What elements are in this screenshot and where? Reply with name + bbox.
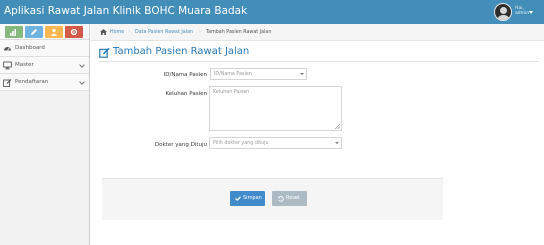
caret-down-icon[interactable] xyxy=(529,11,533,14)
form-actions: Simpan Reset xyxy=(102,178,443,220)
resize-handle-icon[interactable] xyxy=(335,124,340,129)
page-title: Tambah Pasien Rawat Jalan xyxy=(113,46,250,57)
pencil-icon xyxy=(31,29,37,35)
sidebar-item-label: Dashboard xyxy=(15,45,45,51)
undo-icon xyxy=(278,196,284,202)
chevron-down-icon xyxy=(79,62,85,68)
user-avatar[interactable] xyxy=(494,3,512,21)
patient-select[interactable]: ID/Nama Pasien xyxy=(210,68,307,80)
shortcut-stats-button[interactable] xyxy=(5,26,23,38)
check-icon xyxy=(235,196,241,201)
cogs-icon xyxy=(70,28,78,36)
edit-icon xyxy=(3,79,12,87)
patient-select-placeholder: ID/Nama Pasien xyxy=(214,72,252,77)
signal-icon xyxy=(10,29,16,36)
user-info[interactable]: Hai, admin xyxy=(515,6,529,16)
sidebar-item-dashboard[interactable]: Dashboard xyxy=(0,40,89,57)
breadcrumb-home[interactable]: Home xyxy=(110,30,124,35)
doctor-select-placeholder: Pilih dokter yang dituju xyxy=(213,141,269,146)
sidebar-item-master[interactable]: Master xyxy=(0,57,89,74)
complaint-label: Keluhan Pasien xyxy=(165,91,207,97)
shortcut-users-button[interactable] xyxy=(45,26,63,38)
save-button-label: Simpan xyxy=(243,195,262,201)
reset-button-label: Reset xyxy=(286,195,300,201)
group-icon xyxy=(51,28,57,36)
chevron-down-icon xyxy=(79,79,85,85)
sidebar: Dashboard Master Pendaftaran xyxy=(0,24,90,245)
user-name: admin xyxy=(515,11,530,16)
edit-icon xyxy=(99,47,110,58)
reset-button[interactable]: Reset xyxy=(272,191,307,206)
shortcut-settings-button[interactable] xyxy=(65,26,83,38)
shortcut-edit-button[interactable] xyxy=(25,26,43,38)
doctor-select[interactable]: Pilih dokter yang dituju xyxy=(209,137,342,149)
complaint-textarea[interactable]: Keluhan Pasien xyxy=(209,86,342,131)
dashboard-icon xyxy=(4,47,11,51)
sidebar-shortcuts xyxy=(0,24,89,40)
save-button[interactable]: Simpan xyxy=(230,191,265,206)
breadcrumb-parent[interactable]: Data Pasien Rawat Jalan xyxy=(135,30,193,35)
patient-label: ID/Nama Pasien xyxy=(163,72,207,78)
caret-down-icon xyxy=(300,73,304,75)
breadcrumb-current: Tambah Pasien Rawat Jalan xyxy=(206,30,272,35)
doctor-label: Dokter yang Dituju xyxy=(154,142,207,148)
home-icon[interactable] xyxy=(100,29,107,35)
desktop-icon xyxy=(3,61,12,70)
sidebar-item-pendaftaran[interactable]: Pendaftaran xyxy=(0,74,89,91)
title-divider xyxy=(99,61,539,62)
sidebar-item-label: Master xyxy=(15,62,34,68)
breadcrumb: Home › Data Pasien Rawat Jalan › Tambah … xyxy=(91,24,544,41)
sidebar-item-label: Pendaftaran xyxy=(15,79,49,85)
user-menu[interactable]: Hai, admin xyxy=(494,2,534,22)
complaint-placeholder: Keluhan Pasien xyxy=(213,90,250,95)
navbar: Aplikasi Rawat Jalan Klinik BOHC Muara B… xyxy=(0,0,544,24)
caret-down-icon xyxy=(335,142,339,144)
app-title[interactable]: Aplikasi Rawat Jalan Klinik BOHC Muara B… xyxy=(4,5,247,17)
main-content: Home › Data Pasien Rawat Jalan › Tambah … xyxy=(91,24,544,245)
